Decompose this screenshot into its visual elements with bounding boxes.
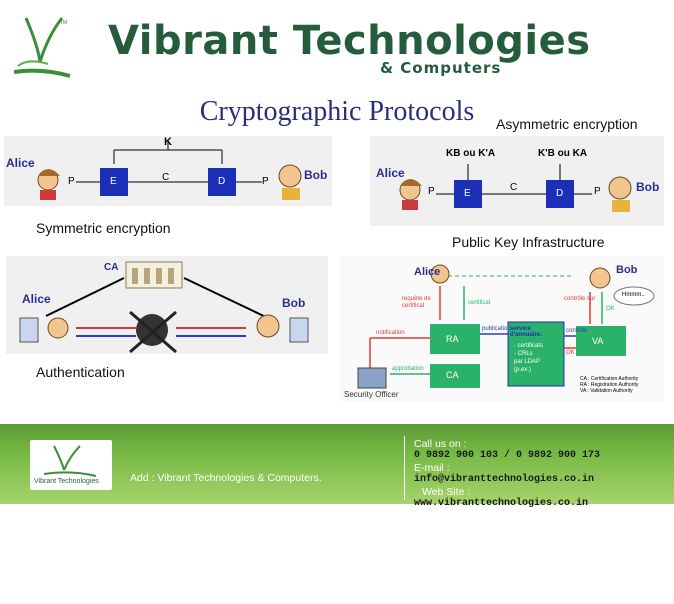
- asym-key-e: KB ou K'A: [446, 148, 496, 159]
- asym-c: C: [510, 182, 518, 193]
- sym-e: E: [110, 176, 117, 187]
- pki-legend: CA : Certification Authority RA : Regist…: [580, 376, 638, 394]
- pki-alice: Alice: [414, 266, 441, 278]
- pki-svc-item: - CRLs: [514, 351, 533, 357]
- pki-service-title: service d'annuaire:: [510, 326, 543, 338]
- address-line: Add : Vibrant Technologies & Computers.: [130, 472, 322, 484]
- footer-address: Add : Vibrant Technologies & Computers. …: [130, 448, 322, 604]
- sym-d: D: [218, 176, 226, 187]
- brand-subtitle: & Computers: [380, 59, 502, 77]
- label-asymmetric: Asymmetric encryption: [496, 116, 638, 132]
- footer-logo-text: Vibrant Technologies: [34, 478, 99, 485]
- sym-c: C: [162, 172, 170, 183]
- pki-notification: notification: [376, 330, 405, 336]
- asym-d: D: [556, 188, 564, 199]
- sym-alice: Alice: [6, 156, 35, 170]
- pki-controle: contrôle sur: [564, 296, 596, 302]
- sym-bob: Bob: [304, 168, 328, 182]
- auth-alice: Alice: [22, 292, 51, 306]
- auth-svg: [19, 261, 309, 354]
- pki-approbation: approbation: [392, 366, 424, 372]
- pki-ok2: OK: [566, 350, 575, 356]
- pki-svc-item: (p.ex.): [514, 367, 532, 373]
- asym-bob: Bob: [636, 180, 660, 194]
- phone-numbers[interactable]: 0 9892 900 103 / 0 9892 900 173: [414, 450, 600, 462]
- logo-tm: TM: [60, 20, 67, 26]
- pki-controle2: contrôle: [566, 328, 588, 334]
- label-authentication: Authentication: [36, 364, 125, 380]
- authentication-diagram: CA Alice Bob: [6, 256, 328, 354]
- pki-service-list: - certificats - CRLs par LDAP (p.ex.): [514, 342, 543, 374]
- asym-alice: Alice: [376, 166, 405, 180]
- pki-requete: requête de certificat: [402, 296, 431, 309]
- pki-ra: RA: [446, 334, 459, 344]
- asym-p-in: P: [428, 186, 435, 197]
- label-pki: Public Key Infrastructure: [452, 234, 605, 250]
- vibrant-logo-icon: TM: [8, 6, 74, 84]
- call-label: Call us on :: [414, 438, 467, 450]
- label-symmetric: Symmetric encryption: [36, 220, 171, 236]
- asymmetric-diagram: Alice Bob KB ou K'A K'B ou KA P E C D P: [370, 136, 664, 226]
- address-line: Vashi, Navi Mumbai: [130, 580, 223, 592]
- pki-svc-item: - certificats: [514, 343, 544, 349]
- pki-diagram: Alice Bob Hmmm.. requête de certificat c…: [340, 256, 664, 402]
- pki-publication: publication: [482, 326, 511, 332]
- email-label: E-mail :: [414, 462, 450, 474]
- sym-p-in: P: [68, 176, 75, 187]
- symmetric-diagram: Alice Bob K P E C D P: [4, 136, 332, 206]
- footer-logo: Vibrant Technologies: [30, 440, 112, 490]
- pki-ok1: OK: [606, 306, 615, 312]
- address-line: K1/4 2nd Floor, Sec-15, Backside of: [130, 508, 298, 520]
- sym-key: K: [164, 136, 172, 148]
- asymmetric-svg: [399, 164, 632, 212]
- web-label: Web Site :: [422, 486, 471, 498]
- footer-logo-icon: [43, 445, 97, 477]
- email-link[interactable]: info@vibranttechnologies.co.in: [414, 474, 600, 486]
- asym-key-d: K'B ou KA: [538, 148, 588, 159]
- pki-bob: Bob: [616, 264, 638, 276]
- brand-name: Vibrant Technologies: [108, 18, 591, 64]
- footer-divider: [404, 436, 405, 500]
- pki-svc-item: par LDAP: [514, 359, 541, 365]
- footer-contact: Call us on : 0 9892 900 103 / 0 9892 900…: [414, 438, 600, 510]
- address-line: Sec-15 bus stop, Opp to Vaidehi Hotel,: [130, 544, 311, 556]
- sym-p-out: P: [262, 176, 269, 187]
- auth-bob: Bob: [282, 296, 306, 310]
- web-link[interactable]: www.vibranttechnologies.co.in: [414, 498, 600, 510]
- pki-legend-item: VA : Validation Authority: [580, 388, 633, 394]
- asym-e: E: [464, 188, 471, 199]
- pki-ca: CA: [446, 370, 459, 380]
- pki-hmm: Hmmm..: [622, 292, 645, 298]
- auth-ca: CA: [104, 262, 119, 273]
- asym-p-out: P: [594, 186, 601, 197]
- pki-certificat: certificat: [468, 300, 491, 306]
- pki-va: VA: [592, 336, 604, 346]
- pki-officer: Security Officer: [344, 390, 399, 399]
